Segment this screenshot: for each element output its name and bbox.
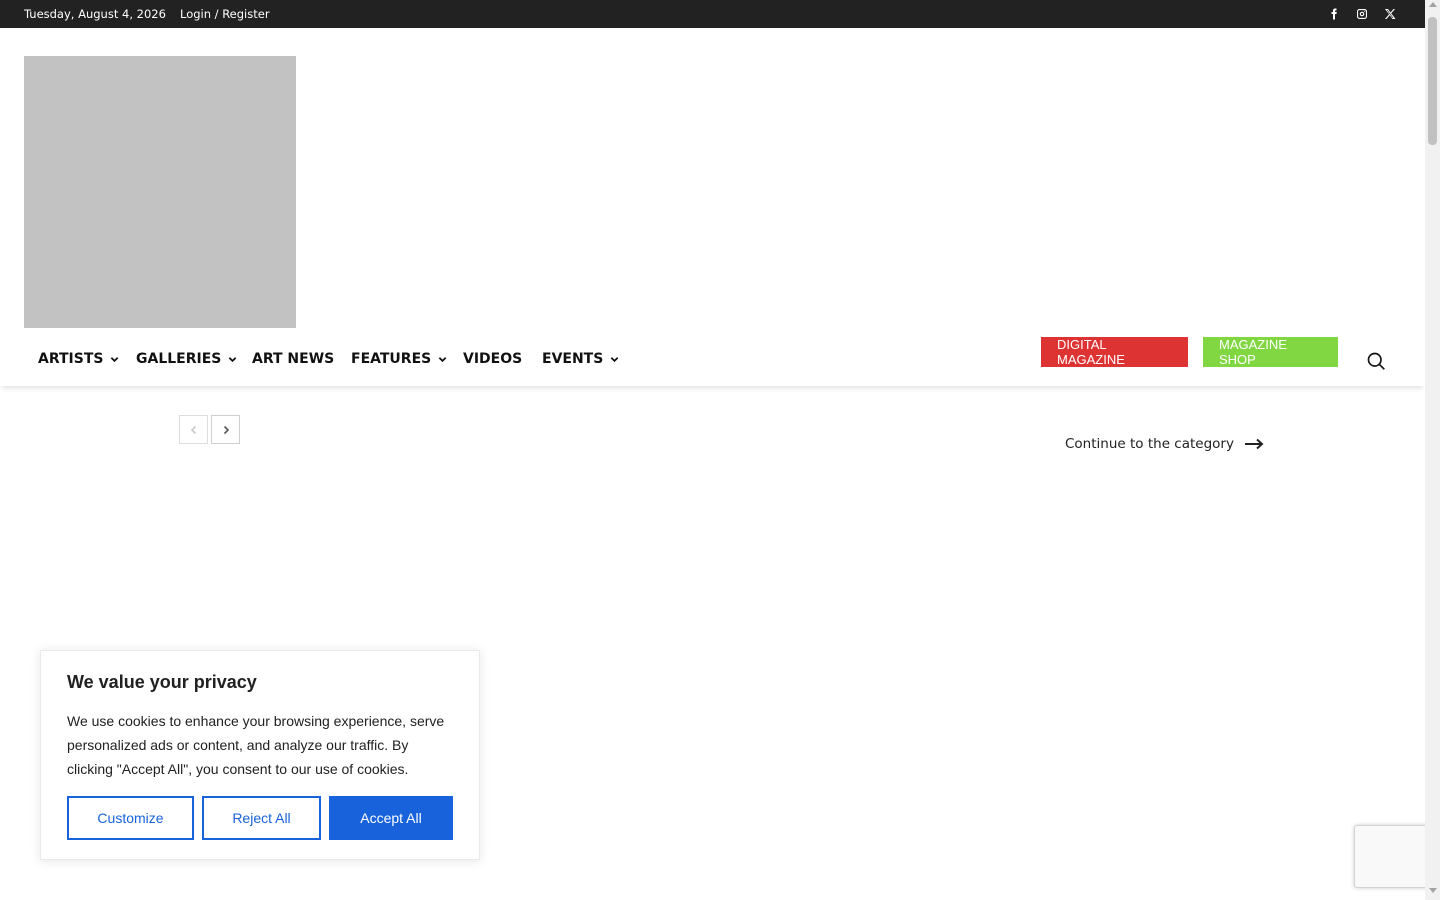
accept-all-button[interactable]: Accept All xyxy=(329,796,453,840)
nav-item-label: FEATURES xyxy=(351,351,432,367)
main-navigation: ARTISTS GALLERIES ART NEWS FEATURES VIDE… xyxy=(0,336,1425,386)
current-date: Tuesday, August 4, 2026 xyxy=(24,7,166,21)
reject-all-button[interactable]: Reject All xyxy=(202,796,321,840)
cookie-title: We value your privacy xyxy=(67,672,257,692)
nav-item-label: VIDEOS xyxy=(463,351,523,367)
nav-item-galleries[interactable]: GALLERIES xyxy=(136,351,237,367)
login-register-link[interactable]: Login / Register xyxy=(180,7,270,21)
cookie-description: We use cookies to enhance your browsing … xyxy=(67,713,445,777)
nav-item-features[interactable]: FEATURES xyxy=(351,351,447,367)
chevron-down-icon xyxy=(110,355,119,364)
magazine-shop-button[interactable]: MAGAZINE SHOP xyxy=(1203,337,1338,367)
nav-item-events[interactable]: EVENTS xyxy=(542,351,619,367)
recaptcha-badge[interactable] xyxy=(1354,825,1435,888)
site-logo-placeholder[interactable] xyxy=(24,56,296,328)
digital-magazine-button[interactable]: DIGITAL MAGAZINE xyxy=(1041,337,1188,367)
page: Tuesday, August 4, 2026 Login / Register… xyxy=(0,0,1435,900)
nav-item-label: GALLERIES xyxy=(136,351,222,367)
slider-prev-button[interactable] xyxy=(179,415,208,444)
search-icon[interactable] xyxy=(1366,351,1388,373)
chevron-down-icon xyxy=(228,355,237,364)
nav-item-label: ART NEWS xyxy=(252,351,335,367)
arrow-right-icon xyxy=(1244,438,1264,450)
nav-item-label: EVENTS xyxy=(542,351,604,367)
continue-label: Continue to the category xyxy=(1065,436,1234,452)
nav-item-label: ARTISTS xyxy=(38,351,104,367)
instagram-icon[interactable] xyxy=(1354,6,1370,22)
scroll-up-arrow-icon[interactable] xyxy=(1429,2,1437,7)
continue-to-category-link[interactable]: Continue to the category xyxy=(1065,436,1264,452)
nav-item-artists[interactable]: ARTISTS xyxy=(38,351,119,367)
cookie-consent-dialog: We value your privacy We use cookies to … xyxy=(40,650,480,860)
slider-next-button[interactable] xyxy=(211,415,240,444)
top-bar: Tuesday, August 4, 2026 Login / Register xyxy=(0,0,1425,28)
scroll-down-arrow-icon[interactable] xyxy=(1429,888,1437,893)
chevron-down-icon xyxy=(610,355,619,364)
customize-button[interactable]: Customize xyxy=(67,796,194,840)
nav-item-videos[interactable]: VIDEOS xyxy=(463,351,522,367)
chevron-left-icon xyxy=(190,425,196,434)
chevron-right-icon xyxy=(223,425,229,434)
facebook-icon[interactable] xyxy=(1326,6,1342,22)
chevron-down-icon xyxy=(438,355,447,364)
x-twitter-icon[interactable] xyxy=(1382,6,1398,22)
scrollbar-thumb[interactable] xyxy=(1428,17,1437,145)
nav-item-art-news[interactable]: ART NEWS xyxy=(252,351,334,367)
